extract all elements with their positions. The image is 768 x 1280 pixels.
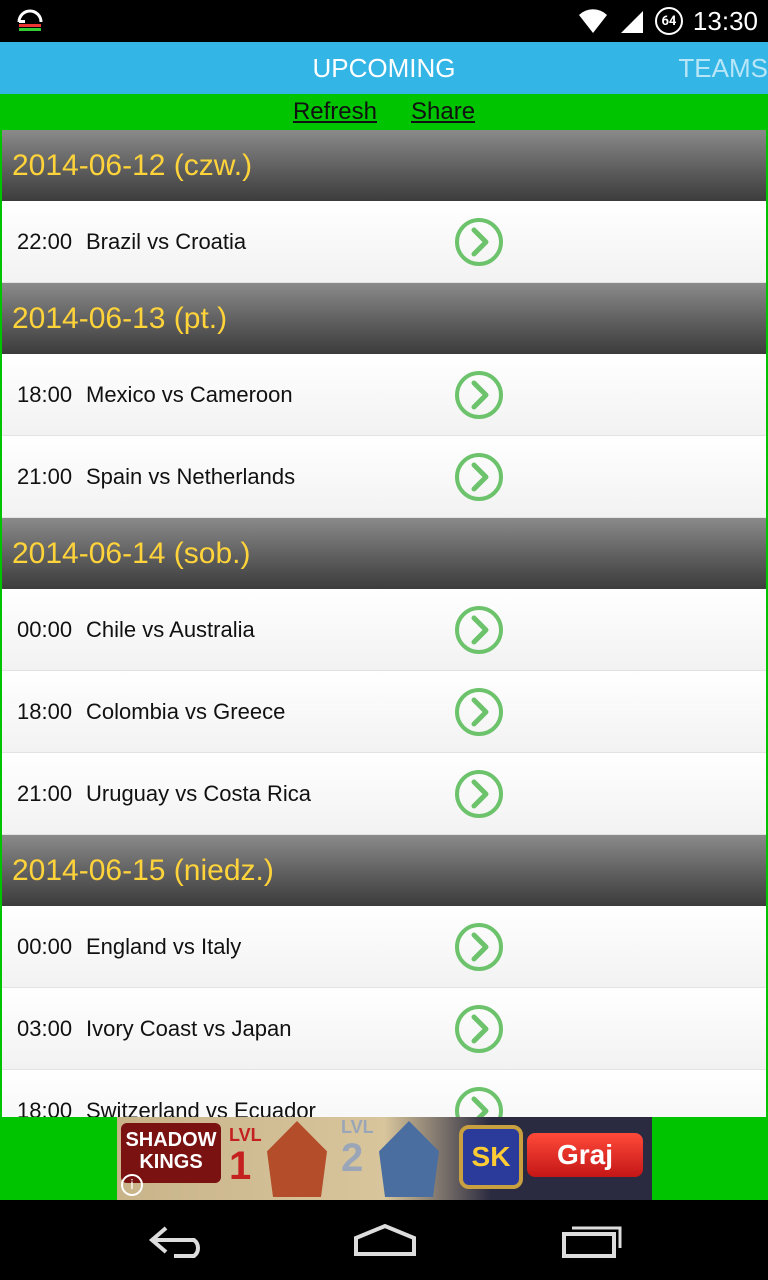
match-time: 21:00 — [17, 780, 73, 806]
match-row[interactable]: 22:00 Brazil vs Croatia — [2, 201, 766, 283]
match-teams: Mexico vs Cameroon — [86, 381, 293, 407]
chevron-right-icon[interactable] — [454, 605, 504, 655]
chevron-right-icon[interactable] — [454, 452, 504, 502]
chevron-right-icon[interactable] — [454, 217, 504, 267]
chevron-right-icon[interactable] — [454, 687, 504, 737]
match-row[interactable]: 21:00 Spain vs Netherlands — [2, 436, 766, 518]
notification-app-icon — [17, 9, 43, 31]
match-teams: Colombia vs Greece — [86, 698, 286, 724]
match-row[interactable]: 18:00 Switzerland vs Ecuador — [2, 1070, 766, 1117]
chevron-right-icon[interactable] — [454, 1086, 504, 1118]
ad-logo-line2: KINGS — [139, 1151, 203, 1173]
date-header: 2014-06-12 (czw.) — [2, 130, 766, 201]
date-header: 2014-06-14 (sob.) — [2, 518, 766, 589]
ad-sk-logo: SK — [459, 1125, 523, 1189]
castle-icon — [267, 1121, 327, 1197]
recent-apps-icon[interactable] — [556, 1218, 626, 1262]
ad-level-1: LVL 1 — [229, 1125, 262, 1186]
match-row[interactable]: 03:00 Ivory Coast vs Japan — [2, 988, 766, 1070]
match-teams: Uruguay vs Costa Rica — [86, 780, 311, 806]
match-teams: Spain vs Netherlands — [86, 463, 296, 489]
ad-level-label: LVL — [341, 1117, 374, 1137]
signal-icon — [620, 11, 643, 33]
home-icon[interactable] — [350, 1218, 420, 1262]
battery-badge: 64 — [654, 7, 683, 35]
match-row[interactable]: 00:00 England vs Italy — [2, 906, 766, 988]
tab-bar: UPCOMING TEAMS — [0, 42, 768, 94]
match-row[interactable]: 21:00 Uruguay vs Costa Rica — [2, 753, 766, 835]
ad-level-2: LVL 2 — [341, 1117, 374, 1178]
status-bar: 64 13:30 — [0, 0, 768, 42]
ad-bar: SHADOW KINGS LVL 1 LVL 2 SK Graj i — [0, 1117, 768, 1200]
ad-level-number: 2 — [341, 1136, 364, 1180]
status-icons: 64 13:30 — [577, 0, 758, 42]
match-row[interactable]: 18:00 Mexico vs Cameroon — [2, 354, 766, 436]
date-header: 2014-06-15 (niedz.) — [2, 835, 766, 906]
status-time: 13:30 — [692, 5, 758, 36]
refresh-link[interactable]: Refresh — [293, 98, 377, 126]
action-bar: Refresh Share — [0, 94, 768, 130]
navigation-bar — [0, 1200, 768, 1280]
tab-upcoming[interactable]: UPCOMING — [0, 42, 768, 94]
ad-banner[interactable]: SHADOW KINGS LVL 1 LVL 2 SK Graj i — [117, 1117, 652, 1200]
match-row[interactable]: 18:00 Colombia vs Greece — [2, 671, 766, 753]
back-icon[interactable] — [144, 1218, 214, 1262]
match-time: 21:00 — [17, 463, 73, 489]
match-teams: Brazil vs Croatia — [86, 228, 247, 254]
tab-teams[interactable]: TEAMS — [678, 42, 768, 94]
match-time: 18:00 — [17, 381, 73, 407]
match-row[interactable]: 00:00 Chile vs Australia — [2, 589, 766, 671]
match-time: 03:00 — [17, 1015, 73, 1041]
ad-level-number: 1 — [229, 1144, 252, 1188]
match-time: 00:00 — [17, 933, 73, 959]
match-teams: Ivory Coast vs Japan — [86, 1015, 292, 1041]
chevron-right-icon[interactable] — [454, 922, 504, 972]
chevron-right-icon[interactable] — [454, 370, 504, 420]
ad-logo-line1: SHADOW — [125, 1129, 217, 1151]
match-teams: England vs Italy — [86, 933, 242, 959]
share-link[interactable]: Share — [411, 98, 475, 126]
chevron-right-icon[interactable] — [454, 1004, 504, 1054]
match-time: 00:00 — [17, 616, 73, 642]
date-header: 2014-06-13 (pt.) — [2, 283, 766, 354]
match-list[interactable]: 2014-06-12 (czw.) 22:00 Brazil vs Croati… — [0, 130, 768, 1117]
match-time: 18:00 — [17, 698, 73, 724]
match-time: 18:00 — [17, 1097, 73, 1118]
match-time: 22:00 — [17, 228, 73, 254]
ad-play-button[interactable]: Graj — [527, 1133, 643, 1177]
wifi-icon — [578, 9, 607, 33]
chevron-right-icon[interactable] — [454, 769, 504, 819]
match-teams: Switzerland vs Ecuador — [86, 1097, 316, 1118]
match-teams: Chile vs Australia — [86, 616, 255, 642]
ad-level-label: LVL — [229, 1125, 262, 1145]
ad-info-icon[interactable]: i — [121, 1174, 143, 1196]
castle-icon — [379, 1121, 439, 1197]
